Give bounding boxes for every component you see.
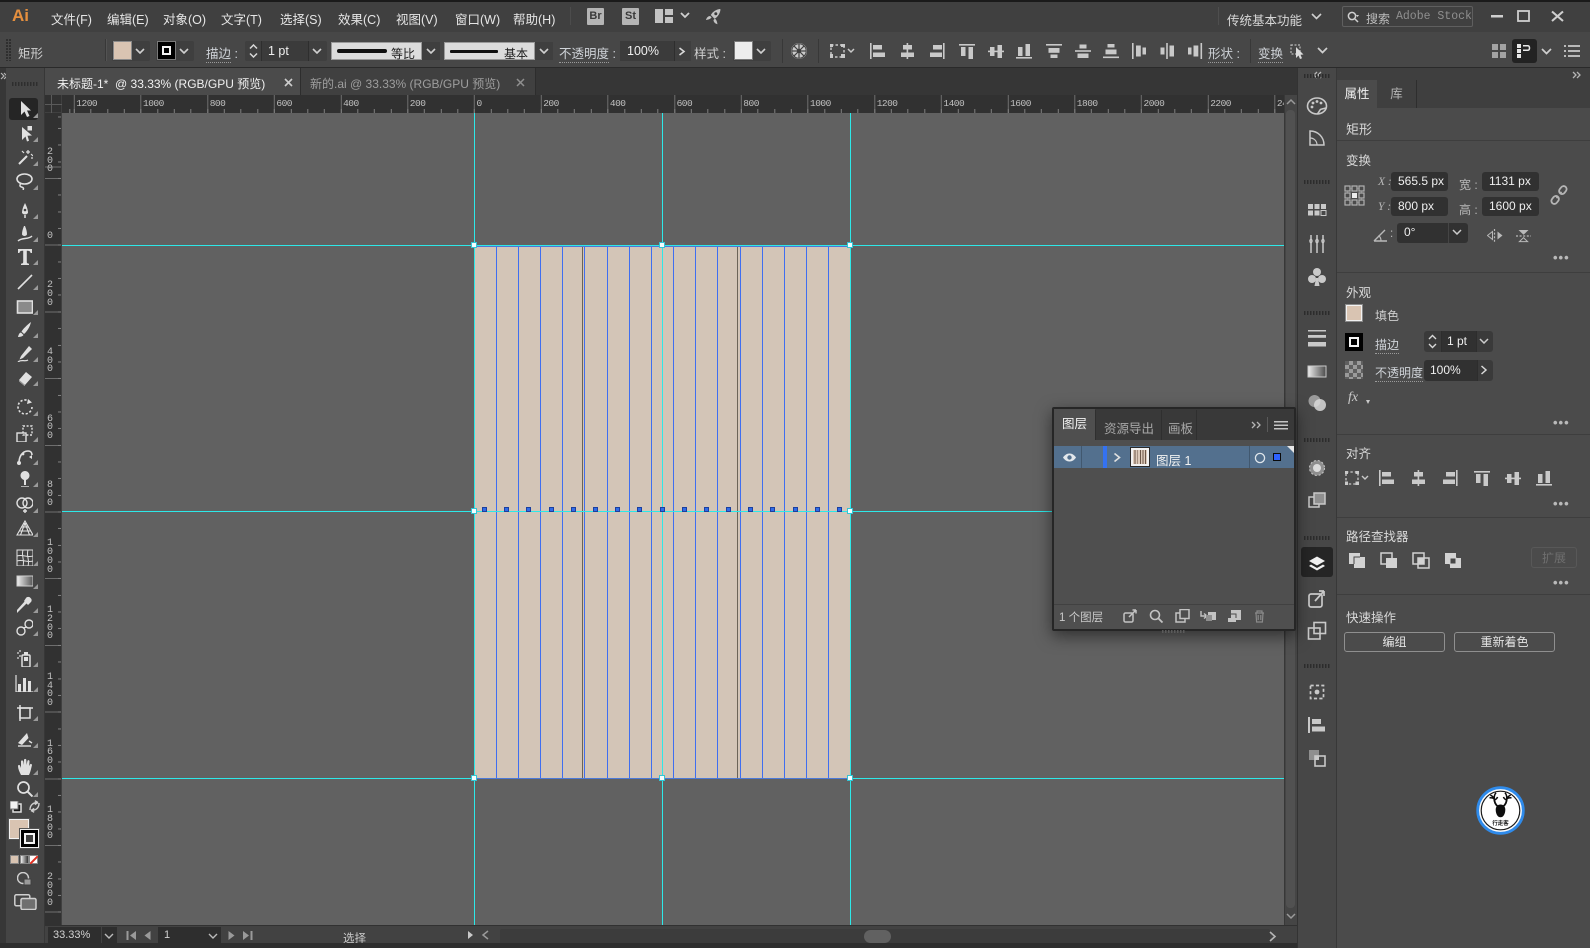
svg-text:行走客: 行走客 [1491,819,1509,827]
